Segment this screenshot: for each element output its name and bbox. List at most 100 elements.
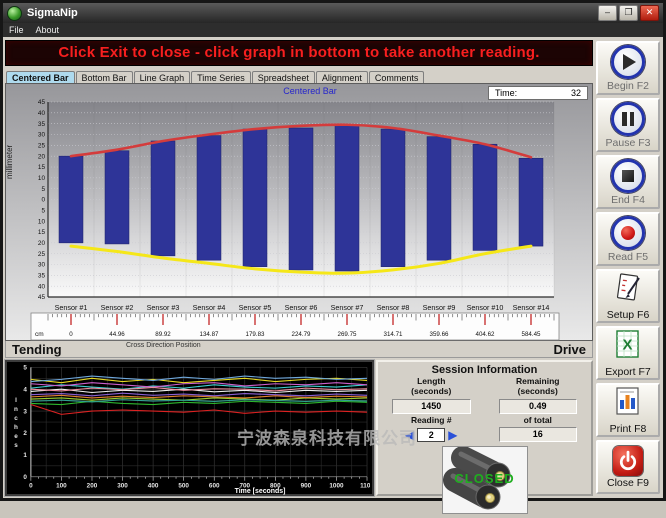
svg-text:40: 40 (38, 110, 46, 117)
svg-text:0: 0 (23, 474, 27, 481)
tab-time-series[interactable]: Time Series (191, 71, 251, 83)
setup-button[interactable]: Setup F6 (596, 269, 660, 323)
close-icon: ✕ (646, 7, 654, 17)
svg-text:25: 25 (38, 251, 46, 258)
nip-status-image: CLOSED (442, 446, 528, 514)
svg-text:1000: 1000 (329, 483, 344, 490)
svg-text:35: 35 (38, 121, 46, 128)
svg-text:30: 30 (38, 262, 46, 269)
session-grid: Length (seconds) Remaining (seconds) 145… (382, 377, 587, 442)
svg-text:Sensor #2: Sensor #2 (101, 303, 134, 312)
stop-icon (611, 159, 645, 193)
restore-button[interactable]: ❐ (619, 5, 638, 21)
svg-text:5: 5 (23, 365, 27, 372)
svg-text:Sensor #7: Sensor #7 (331, 303, 364, 312)
svg-text:X: X (622, 337, 632, 354)
svg-text:Sensor #5: Sensor #5 (239, 303, 272, 312)
svg-text:269.75: 269.75 (338, 331, 357, 338)
print-button[interactable]: Print F8 (596, 383, 660, 437)
trend-chart-panel[interactable]: 012345Inches0100200300400500600700800900… (5, 360, 374, 496)
svg-text:200: 200 (87, 483, 98, 490)
length-label: Length (seconds) (382, 377, 481, 397)
reading-label: Reading # (382, 416, 481, 426)
cross-direction-ruler: Sensor #1 Sensor #2 Sensor #3 Sensor #4 Sens… (30, 301, 560, 341)
close-window-button[interactable]: ✕ (640, 5, 659, 21)
svg-text:44.96: 44.96 (109, 331, 125, 338)
sigmanip-logo-icon (7, 6, 22, 21)
svg-text:1100: 1100 (360, 483, 370, 490)
app-window: SigmaNip – ❐ ✕ File About Click Exit to … (0, 0, 666, 501)
reading-value[interactable]: 2 (417, 428, 445, 442)
y-axis-label: millimeter (5, 145, 14, 179)
main-column: Click Exit to close - click graph in bot… (5, 39, 593, 496)
svg-text:900: 900 (301, 483, 312, 490)
centered-bar-panel: Centered Bar Time: 32 millimeter 4540353… (5, 83, 593, 341)
svg-text:Sensor #14: Sensor #14 (513, 303, 550, 312)
svg-text:Sensor #8: Sensor #8 (377, 303, 410, 312)
svg-text:4: 4 (23, 386, 27, 393)
tab-spreadsheet[interactable]: Spreadsheet (252, 71, 315, 83)
svg-text:1: 1 (23, 452, 27, 459)
record-icon (611, 216, 645, 250)
minimize-button[interactable]: – (598, 5, 617, 21)
tab-alignment[interactable]: Alignment (316, 71, 368, 83)
tab-comments[interactable]: Comments (369, 71, 425, 83)
export-button[interactable]: X Export F7 (596, 326, 660, 380)
nip-status-text: CLOSED (443, 471, 527, 486)
menu-file[interactable]: File (9, 25, 24, 35)
reading-spinner: ◀ 2 ▶ (382, 428, 481, 442)
close-button[interactable]: Close F9 (596, 440, 660, 494)
restore-icon: ❐ (624, 7, 632, 17)
tending-label: Tending (12, 342, 62, 357)
remaining-label: Remaining (seconds) (489, 377, 588, 397)
pause-button[interactable]: Pause F3 (596, 98, 660, 152)
svg-text:Sensor #1: Sensor #1 (55, 303, 88, 312)
svg-text:10: 10 (38, 218, 46, 225)
tab-line-graph[interactable]: Line Graph (134, 71, 191, 83)
svg-text:0: 0 (29, 483, 33, 490)
time-field[interactable]: Time: 32 (488, 86, 588, 100)
svg-text:Sensor #4: Sensor #4 (193, 303, 226, 312)
minimize-icon: – (605, 7, 610, 17)
svg-text:600: 600 (209, 483, 220, 490)
svg-text:Sensor #3: Sensor #3 (147, 303, 180, 312)
notepad-pen-icon (612, 271, 644, 308)
svg-text:45: 45 (38, 99, 46, 106)
svg-text:15: 15 (38, 229, 46, 236)
message-banner: Click Exit to close - click graph in bot… (5, 40, 593, 66)
svg-text:I: I (15, 397, 17, 404)
read-button[interactable]: Read F5 (596, 212, 660, 266)
reading-next-button[interactable]: ▶ (448, 429, 457, 441)
tab-centered-bar[interactable]: Centered Bar (6, 71, 75, 83)
svg-text:Time [seconds]: Time [seconds] (235, 488, 286, 495)
end-button[interactable]: End F4 (596, 155, 660, 209)
bottom-section: 012345Inches0100200300400500600700800900… (5, 360, 593, 496)
svg-text:cm: cm (35, 331, 44, 338)
svg-text:35: 35 (38, 273, 46, 280)
begin-button[interactable]: Begin F2 (596, 41, 660, 95)
svg-text:5: 5 (41, 186, 45, 193)
content-area: Click Exit to close - click graph in bot… (3, 37, 663, 498)
svg-text:2: 2 (23, 430, 27, 437)
menu-about[interactable]: About (36, 25, 60, 35)
svg-text:s: s (14, 442, 18, 449)
reading-prev-button[interactable]: ◀ (405, 429, 414, 441)
arrow-left-icon: ◀ (405, 428, 414, 442)
svg-text:45: 45 (38, 294, 46, 301)
toolbar-column: Begin F2 Pause F3 End F4 Read F5 (595, 39, 661, 496)
svg-text:Sensor #9: Sensor #9 (423, 303, 456, 312)
tab-bar: Centered Bar Bottom Bar Line Graph Time … (5, 68, 593, 83)
menu-bar: File About (3, 23, 663, 37)
svg-text:Sensor #6: Sensor #6 (285, 303, 318, 312)
of-total-label: of total (489, 416, 588, 426)
svg-text:359.66: 359.66 (430, 331, 449, 338)
play-icon (611, 45, 645, 79)
total-value: 16 (499, 427, 578, 442)
svg-text:0: 0 (41, 197, 45, 204)
pause-icon (611, 102, 645, 136)
session-panel: Session Information Length (seconds) Rem… (376, 360, 593, 496)
svg-text:20: 20 (38, 153, 46, 160)
window-title: SigmaNip (27, 7, 78, 19)
tab-bottom-bar[interactable]: Bottom Bar (76, 71, 133, 83)
trend-chart[interactable]: 012345Inches0100200300400500600700800900… (9, 364, 370, 495)
